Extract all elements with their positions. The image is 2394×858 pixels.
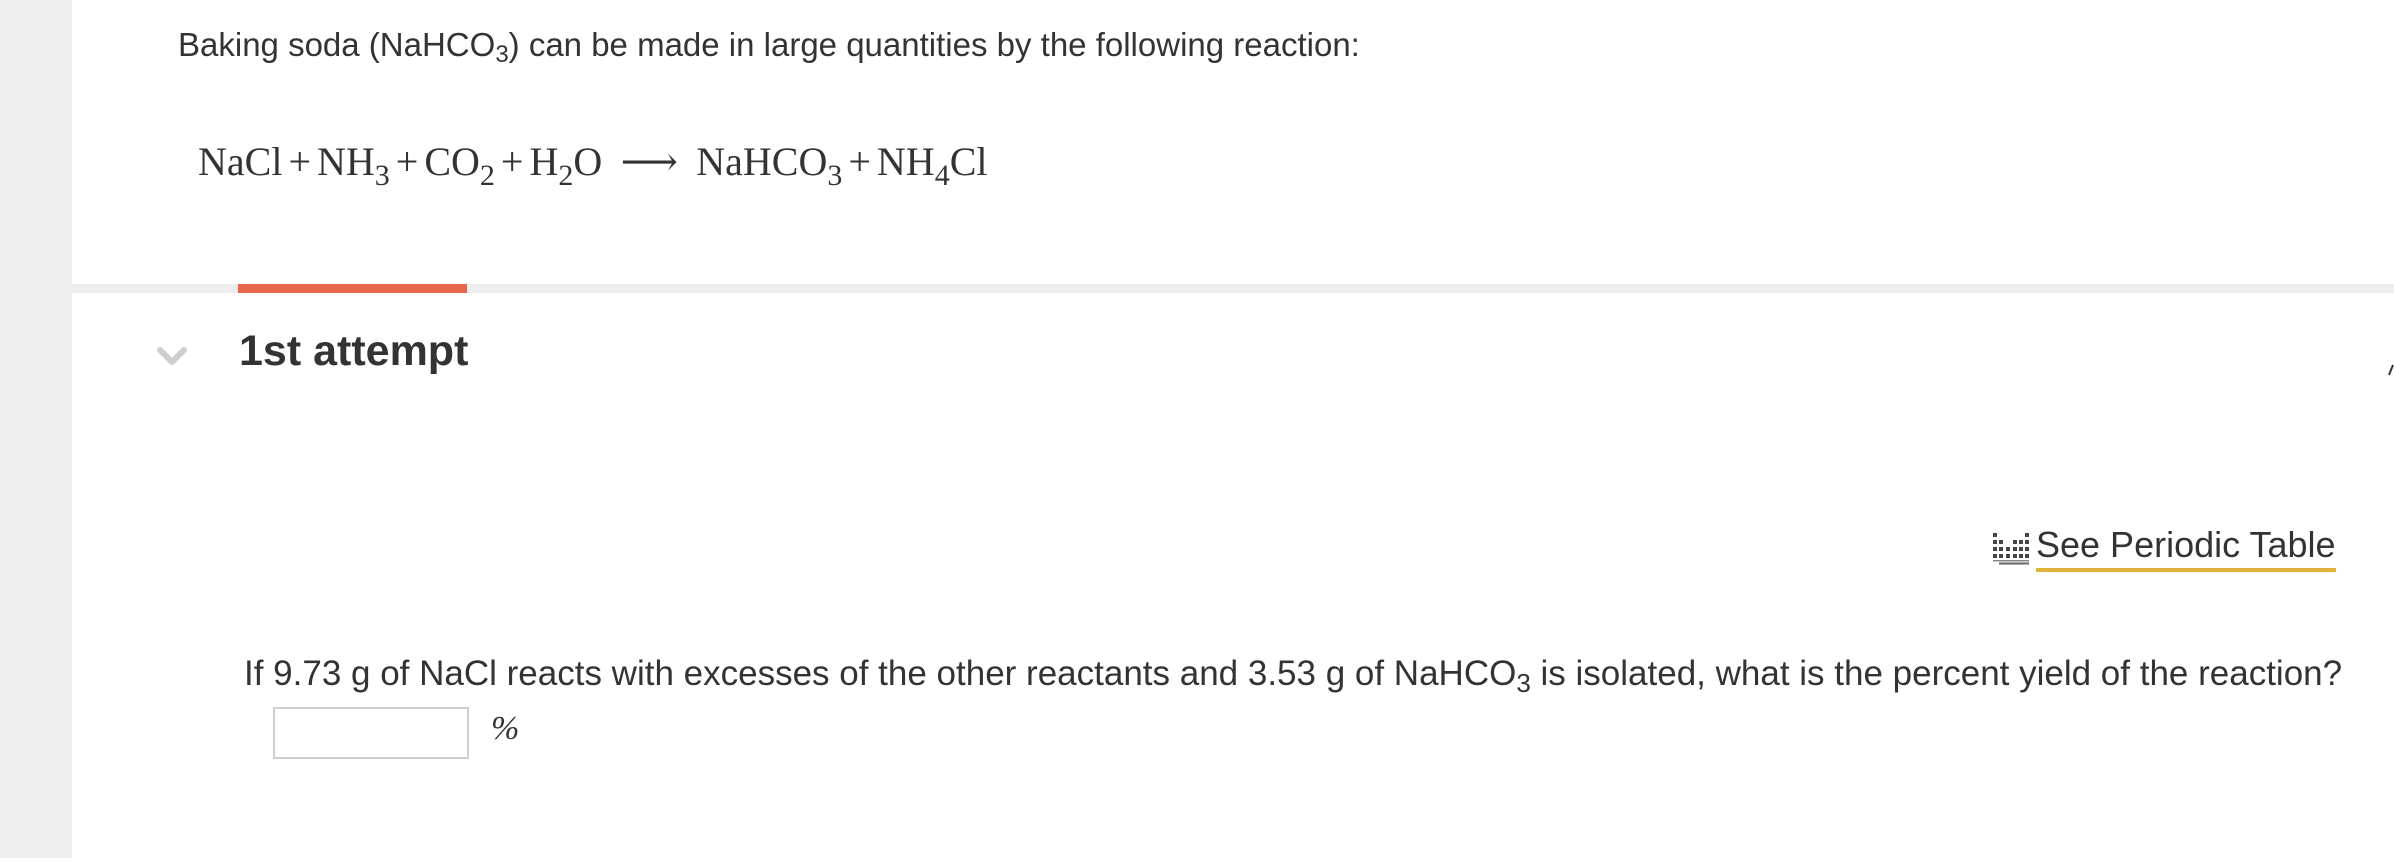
intro-text: Baking soda (NaHCO3) can be made in larg… [178, 26, 1360, 67]
see-periodic-table-link[interactable]: See Periodic Table [1992, 524, 2336, 572]
intro-text-part: ) can be made in large quantities by the… [508, 26, 1360, 63]
see-periodic-table-label[interactable]: See Periodic Table [2036, 524, 2336, 572]
periodic-table-icon [1993, 533, 2029, 565]
clipped-edge-icon [2388, 364, 2394, 376]
question-text: If 9.73 g of NaCl reacts with excesses o… [244, 654, 2343, 696]
plus-sign: + [288, 139, 311, 184]
question-text-part: is isolated, what is the percent yield o… [1530, 654, 2343, 693]
plus-sign: + [500, 139, 524, 184]
plus-sign: + [848, 139, 871, 184]
chemical-equation: NaCl + NH3 + CO2 + H2O ⟶ NaHCO3 + NH4Cl [198, 138, 988, 192]
product-nahco3: NaHCO3 [696, 139, 843, 192]
product-nh4cl: NH4Cl [876, 139, 988, 192]
chevron-down-icon[interactable] [154, 338, 190, 374]
percent-yield-input[interactable] [273, 707, 469, 759]
reactant-nh3: NH3 [317, 139, 390, 192]
question-subscript: 3 [1516, 668, 1531, 698]
question-panel: Baking soda (NaHCO3) can be made in larg… [72, 0, 2394, 858]
reactant-nacl: NaCl [198, 139, 283, 184]
reactant-co2: CO2 [424, 139, 495, 192]
attempt-title: 1st attempt [239, 327, 469, 375]
intro-subscript: 3 [495, 41, 509, 68]
reactant-h2o: H2O [529, 139, 603, 192]
intro-text-part: Baking soda (NaHCO [178, 26, 496, 63]
question-text-part: If 9.73 g of NaCl reacts with excesses o… [244, 654, 1517, 693]
attempt-tab-indicator [238, 284, 467, 293]
percent-unit-label: % [491, 710, 520, 747]
plus-sign: + [395, 139, 419, 184]
left-rail [0, 0, 72, 858]
reaction-arrow: ⟶ [620, 139, 678, 184]
